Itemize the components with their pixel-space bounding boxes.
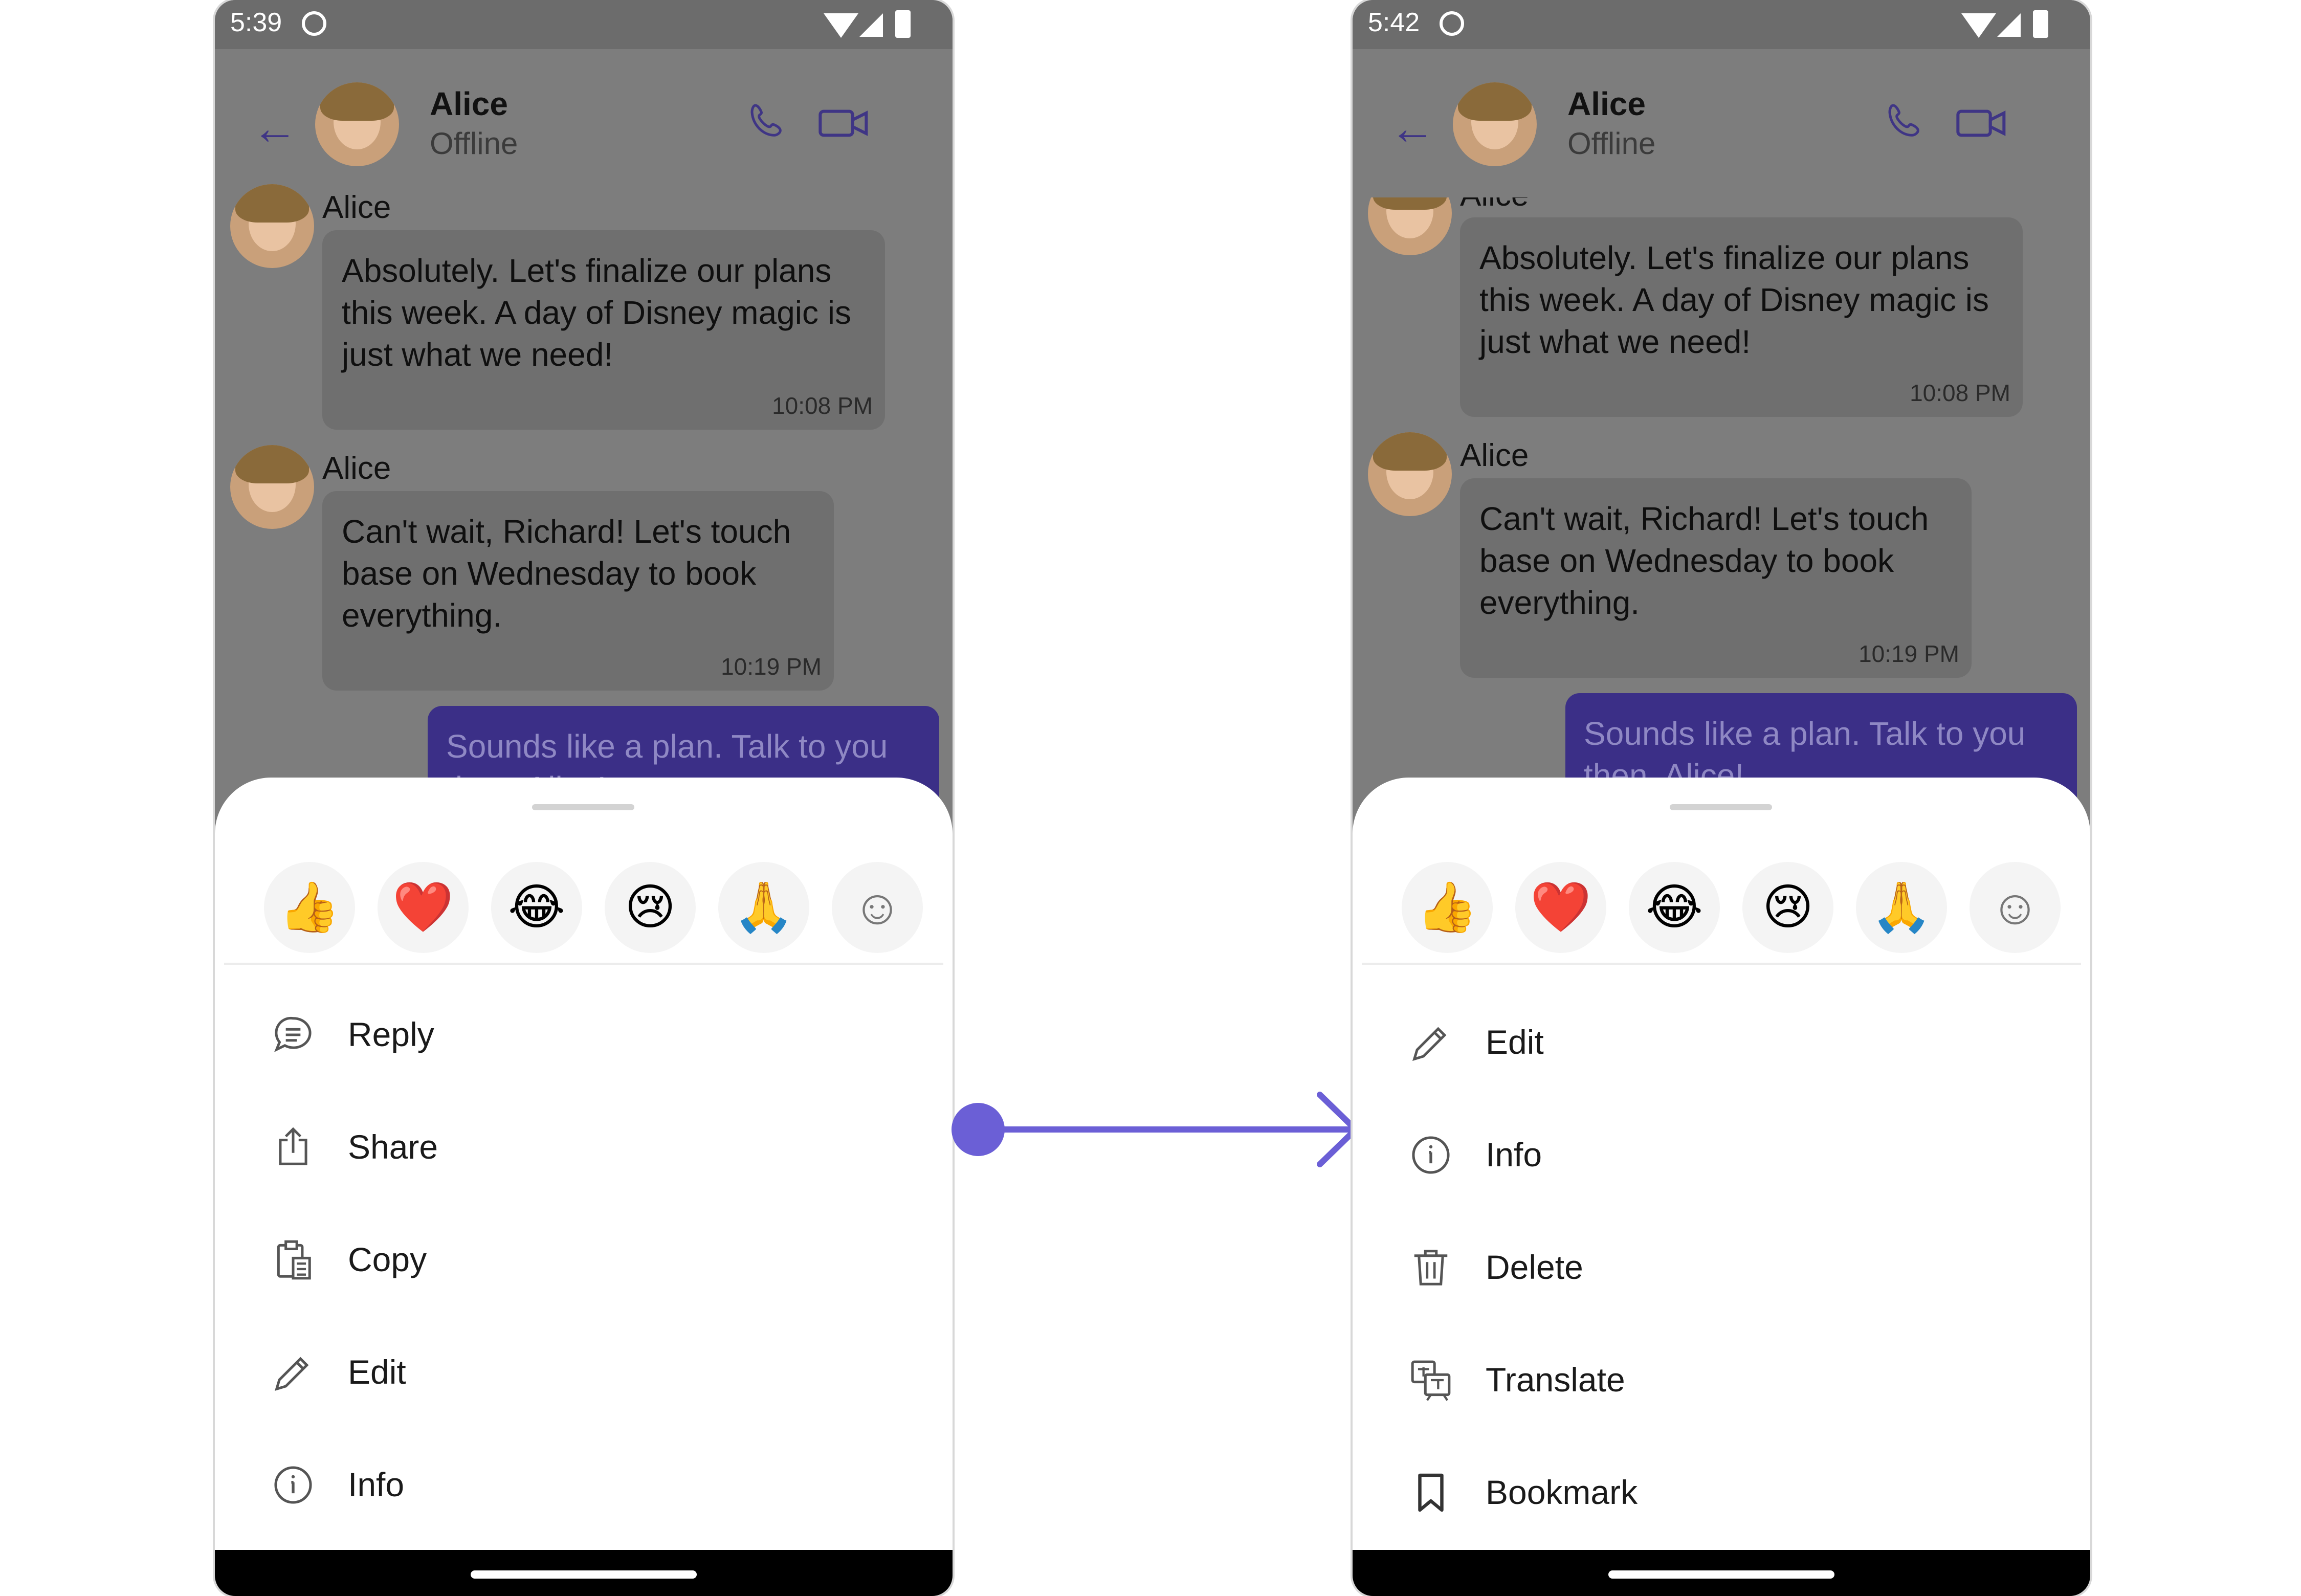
menu-label: Copy [348, 1240, 427, 1278]
phone-screen-after: 5:42 Alice Absolutely. Let's finalize ou… [1353, 0, 2090, 1596]
home-indicator[interactable] [1608, 1570, 1834, 1579]
reaction-heart[interactable]: ❤️ [1515, 862, 1606, 953]
status-time: 5:42 [1368, 8, 1420, 37]
message-bubble[interactable]: Can't wait, Richard! Let's touch base on… [322, 491, 834, 691]
chat-header: ← Alice Offline [1353, 49, 2090, 197]
avatar[interactable] [230, 184, 314, 268]
reply-icon [274, 1016, 312, 1052]
reaction-laugh[interactable]: 😂 [491, 862, 582, 953]
signal-icon [1997, 13, 2021, 37]
back-arrow-icon[interactable]: ← [1389, 105, 1435, 151]
reaction-thumbs-up[interactable]: 👍 [1402, 862, 1493, 953]
sheet-drag-handle[interactable] [1670, 804, 1772, 810]
menu-item-edit[interactable]: Edit [1353, 990, 2090, 1092]
reaction-thumbs-up[interactable]: 👍 [264, 862, 355, 953]
reaction-cry[interactable]: 😢 [1742, 862, 1833, 953]
contact-name: Alice [430, 85, 508, 122]
chat-header: ← Alice Offline [215, 49, 953, 197]
bookmark-icon [1418, 1473, 1444, 1512]
menu-item-reply[interactable]: Reply [215, 982, 953, 1084]
notification-icon [1440, 11, 1464, 36]
message-options-sheet: 👍 ❤️ 😂 😢 🙏 ☺ Edit Info Delete Translate … [1353, 778, 2090, 1596]
voice-call-icon[interactable] [747, 100, 788, 141]
contact-name: Alice [1567, 85, 1646, 122]
reaction-pray[interactable]: 🙏 [718, 862, 809, 953]
back-arrow-icon[interactable]: ← [252, 105, 298, 151]
message-sender: Alice [322, 190, 391, 225]
avatar[interactable] [230, 445, 314, 529]
menu-item-translate[interactable]: Translate [1353, 1327, 2090, 1430]
edit-icon [1412, 1027, 1447, 1061]
edit-icon [275, 1357, 309, 1391]
info-icon [274, 1466, 312, 1504]
message-sender: Alice [322, 451, 391, 486]
wifi-icon [824, 13, 858, 38]
delete-icon [1414, 1250, 1448, 1285]
message-time: 10:19 PM [721, 653, 822, 680]
menu-item-share[interactable]: Share [215, 1095, 953, 1197]
menu-label: Edit [1486, 1023, 1544, 1061]
menu-label: Delete [1486, 1248, 1583, 1286]
menu-label: Info [1486, 1136, 1542, 1173]
phone-screen-before: 5:39 ← Alice Offline Alice Absolutely. L… [215, 0, 953, 1596]
contact-status: Offline [430, 126, 518, 161]
message-text: Absolutely. Let's finalize our plans thi… [342, 252, 851, 373]
notification-icon [302, 11, 326, 36]
menu-item-delete[interactable]: Delete [1353, 1215, 2090, 1317]
wifi-icon [1961, 13, 1996, 38]
sheet-drag-handle[interactable] [532, 804, 634, 810]
menu-item-edit[interactable]: Edit [215, 1320, 953, 1422]
message-time: 10:08 PM [772, 392, 873, 419]
avatar[interactable] [315, 82, 399, 166]
menu-label: Reply [348, 1015, 434, 1053]
share-icon [279, 1127, 307, 1165]
message-text: Can't wait, Richard! Let's touch base on… [342, 513, 791, 634]
status-bar: 5:39 [215, 0, 953, 49]
menu-label: Info [348, 1466, 405, 1503]
add-reaction-icon[interactable]: ☺ [832, 862, 923, 953]
menu-item-info[interactable]: Info [1353, 1102, 2090, 1205]
message-bubble[interactable]: Absolutely. Let's finalize our plans thi… [1460, 217, 2023, 417]
menu-label: Bookmark [1486, 1473, 1638, 1511]
divider [1362, 963, 2081, 965]
translate-icon [1411, 1360, 1451, 1401]
message-text: Absolutely. Let's finalize our plans thi… [1479, 239, 1989, 360]
video-call-icon[interactable] [1956, 105, 2007, 141]
battery-icon [2033, 10, 2048, 38]
menu-item-bookmark[interactable]: Bookmark [1353, 1440, 2090, 1542]
avatar[interactable] [1368, 432, 1452, 516]
divider [224, 963, 943, 965]
battery-icon [895, 10, 911, 38]
menu-label: Translate [1486, 1361, 1625, 1399]
reaction-heart[interactable]: ❤️ [378, 862, 469, 953]
menu-item-copy[interactable]: Copy [215, 1207, 953, 1310]
signal-icon [859, 13, 883, 37]
message-time: 10:19 PM [1858, 640, 1959, 667]
status-time: 5:39 [230, 8, 282, 37]
message-bubble[interactable]: Absolutely. Let's finalize our plans thi… [322, 230, 885, 430]
message-bubble[interactable]: Can't wait, Richard! Let's touch base on… [1460, 478, 1972, 678]
navigation-bar [215, 1550, 953, 1596]
navigation-bar [1353, 1550, 2090, 1596]
menu-label: Share [348, 1128, 438, 1166]
message-sender: Alice [1460, 438, 1529, 473]
voice-call-icon[interactable] [1885, 100, 1926, 141]
menu-label: Edit [348, 1353, 406, 1391]
reaction-pray[interactable]: 🙏 [1856, 862, 1947, 953]
message-time: 10:08 PM [1910, 380, 2010, 406]
message-options-sheet: 👍 ❤️ 😂 😢 🙏 ☺ Reply Share Copy Edit Info [215, 778, 953, 1596]
transition-arrow [952, 1092, 1359, 1167]
add-reaction-icon[interactable]: ☺ [1970, 862, 2061, 953]
info-icon [1412, 1136, 1450, 1174]
status-bar: 5:42 [1353, 0, 2090, 49]
reaction-cry[interactable]: 😢 [605, 862, 696, 953]
reaction-laugh[interactable]: 😂 [1629, 862, 1720, 953]
home-indicator[interactable] [471, 1570, 697, 1579]
message-text: Can't wait, Richard! Let's touch base on… [1479, 500, 1929, 621]
avatar[interactable] [1453, 82, 1537, 166]
menu-item-info[interactable]: Info [215, 1432, 953, 1535]
video-call-icon[interactable] [818, 105, 870, 141]
contact-status: Offline [1567, 126, 1656, 161]
copy-icon [277, 1240, 311, 1280]
